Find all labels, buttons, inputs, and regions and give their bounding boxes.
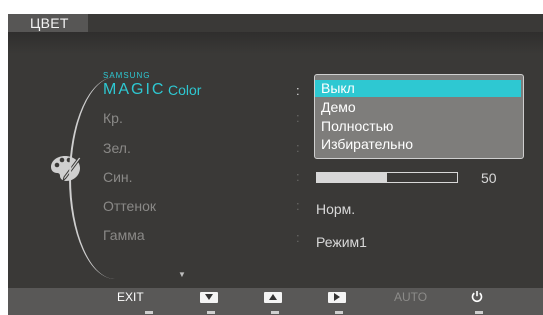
power-icon	[471, 291, 483, 303]
page-title: ЦВЕТ	[30, 15, 69, 31]
triangle-up-icon	[269, 294, 277, 300]
magic-label: MAGIC	[103, 81, 166, 98]
menu-item-gamma[interactable]: Гамма	[103, 227, 145, 243]
samsung-label: SAMSUNG	[103, 71, 151, 80]
dropdown-option-intelligent[interactable]: Избирательно	[315, 136, 521, 153]
title-bar: ЦВЕТ	[8, 14, 88, 32]
power-button[interactable]	[471, 290, 483, 306]
up-button[interactable]	[264, 292, 282, 303]
dropdown-option-demo[interactable]: Демо	[315, 99, 521, 116]
magic-color-label[interactable]: Color	[168, 82, 201, 98]
blue-slider[interactable]	[316, 172, 458, 183]
menu-item-green[interactable]: Зел.	[103, 140, 131, 156]
colon-separator: :	[296, 169, 300, 184]
gamma-value: Режим1	[316, 234, 367, 250]
triangle-right-icon	[334, 293, 340, 301]
menu-item-blue[interactable]: Син.	[103, 169, 133, 185]
exit-button[interactable]: EXIT	[117, 288, 144, 307]
colon-separator: :	[296, 140, 300, 155]
down-button[interactable]	[200, 292, 218, 303]
menu-item-red[interactable]: Кр.	[103, 110, 123, 126]
colon-separator: :	[296, 198, 300, 213]
menu-item-tone[interactable]: Оттенок	[103, 198, 156, 214]
dropdown-option-full[interactable]: Полностью	[315, 118, 521, 135]
scroll-down-indicator-icon: ▼	[178, 270, 186, 279]
osd-panel: ЦВЕТ SAMSUNG MAGIC Color : Кр. : Зел. : …	[8, 14, 543, 315]
enter-button[interactable]	[328, 292, 346, 303]
dropdown-option-off[interactable]: Выкл	[315, 80, 521, 97]
colon-separator: :	[296, 83, 300, 98]
magic-color-dropdown[interactable]: Выкл Демо Полностью Избирательно	[314, 74, 524, 159]
triangle-down-icon	[205, 294, 213, 300]
blue-slider-fill	[317, 173, 387, 182]
blue-slider-value: 50	[481, 170, 497, 186]
title-fade	[8, 32, 543, 54]
bottom-edge-markers	[8, 310, 543, 315]
auto-button[interactable]: AUTO	[394, 288, 427, 307]
colon-separator: :	[296, 230, 300, 245]
bottom-button-bar: EXIT AUTO	[8, 288, 543, 315]
tone-value: Норм.	[316, 201, 356, 217]
colon-separator: :	[296, 110, 300, 125]
